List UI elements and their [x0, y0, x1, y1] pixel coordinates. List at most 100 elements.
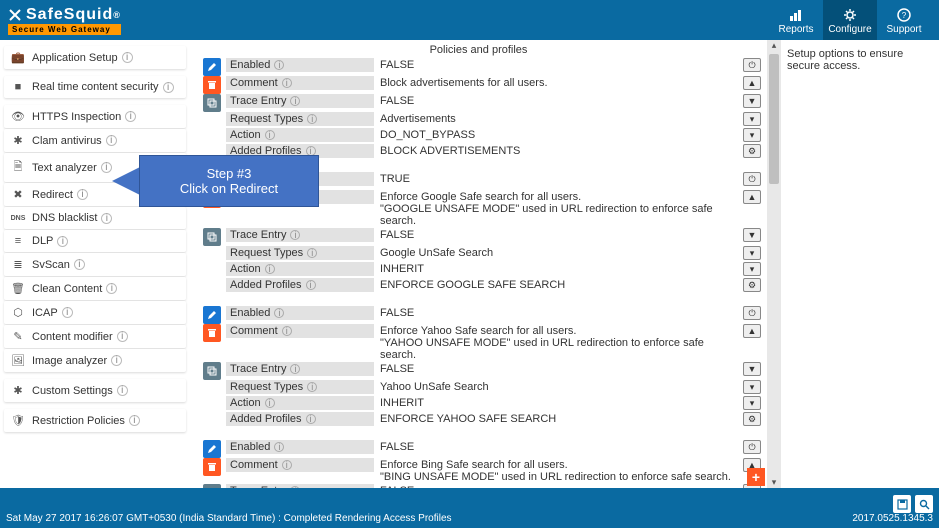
- info-icon[interactable]: i: [274, 442, 284, 452]
- save-button[interactable]: [893, 495, 911, 513]
- info-icon[interactable]: i: [290, 486, 300, 488]
- sidebar-item-label: Redirect: [32, 189, 73, 201]
- clone-button[interactable]: [203, 484, 221, 488]
- info-icon[interactable]: i: [57, 236, 68, 247]
- hex-icon: ⬡: [10, 306, 26, 319]
- sidebar-item-application-setup[interactable]: 💼Application Setupi: [4, 46, 186, 69]
- sidebar-item-restriction-policies[interactable]: 🛡Restriction Policiesi: [4, 409, 186, 432]
- info-icon[interactable]: i: [282, 326, 292, 336]
- logo-text: SafeSquid: [26, 6, 113, 24]
- shuffle-icon: ✖: [10, 188, 26, 201]
- info-icon[interactable]: i: [274, 60, 284, 70]
- sidebar-item-dns-blacklist[interactable]: DNS DNS blacklist i: [4, 207, 186, 229]
- info-icon[interactable]: i: [282, 78, 292, 88]
- info-icon[interactable]: i: [265, 130, 275, 140]
- nav-support[interactable]: ? Support: [877, 5, 931, 35]
- info-icon[interactable]: i: [265, 398, 275, 408]
- sidebar-item-svscan[interactable]: ≣SvScani: [4, 253, 186, 276]
- dropdown-button[interactable]: ▾: [743, 128, 761, 142]
- settings-button[interactable]: ⚙: [743, 144, 761, 158]
- edit-button[interactable]: [203, 58, 221, 76]
- clone-button[interactable]: [203, 362, 221, 380]
- settings-button[interactable]: ⚙: [743, 412, 761, 426]
- settings-button[interactable]: ⚙: [743, 278, 761, 292]
- dropdown-button[interactable]: ▾: [743, 112, 761, 126]
- sidebar-item-clam-antivirus[interactable]: ✱Clam antivirusi: [4, 129, 186, 152]
- toggle-button[interactable]: ⏻: [743, 306, 761, 320]
- info-icon[interactable]: i: [163, 82, 174, 93]
- move-up-button[interactable]: ▲: [743, 190, 761, 204]
- info-icon[interactable]: i: [117, 385, 128, 396]
- move-up-button[interactable]: ▲: [743, 76, 761, 90]
- field-value: Advertisements: [374, 112, 739, 126]
- nav-configure[interactable]: Configure: [823, 0, 877, 40]
- info-icon[interactable]: i: [125, 111, 136, 122]
- info-icon[interactable]: i: [106, 135, 117, 146]
- dropdown-button[interactable]: ▾: [743, 262, 761, 276]
- dropdown-button[interactable]: ▾: [743, 396, 761, 410]
- edit-button[interactable]: [203, 440, 221, 458]
- sidebar-item-real-time-content-security[interactable]: ■Real time content securityi: [4, 76, 186, 98]
- delete-button[interactable]: [203, 76, 221, 94]
- field-label: Trace Entryi: [226, 94, 374, 108]
- eye-icon: 👁: [10, 110, 26, 123]
- scroll-up-arrow[interactable]: ▴: [767, 40, 781, 51]
- move-down-button[interactable]: ▼: [743, 228, 761, 242]
- search-button[interactable]: [915, 495, 933, 513]
- info-icon[interactable]: i: [265, 264, 275, 274]
- dropdown-button[interactable]: ▾: [743, 246, 761, 260]
- info-icon[interactable]: i: [290, 96, 300, 106]
- field-label-text: Comment: [230, 459, 278, 471]
- scroll-down-arrow[interactable]: ▾: [767, 477, 781, 488]
- info-icon[interactable]: i: [282, 460, 292, 470]
- info-icon[interactable]: i: [117, 331, 128, 342]
- field-label: Added Profilesi: [226, 412, 374, 426]
- sidebar-item-https-inspection[interactable]: 👁HTTPS Inspectioni: [4, 105, 186, 128]
- info-icon[interactable]: i: [306, 414, 316, 424]
- sidebar-item-image-analyzer[interactable]: 🖼Image analyzeri: [4, 349, 186, 372]
- sidebar-item-dlp[interactable]: ≡DLPi: [4, 230, 186, 252]
- info-icon[interactable]: i: [106, 283, 117, 294]
- info-icon[interactable]: i: [290, 364, 300, 374]
- add-button[interactable]: +: [747, 468, 765, 486]
- dropdown-button[interactable]: ▾: [743, 380, 761, 394]
- move-down-button[interactable]: ▼: [743, 362, 761, 376]
- field-label-text: Comment: [230, 77, 278, 89]
- info-icon[interactable]: i: [62, 307, 73, 318]
- info-icon[interactable]: i: [307, 114, 317, 124]
- nav-reports[interactable]: Reports: [769, 5, 823, 35]
- toggle-button[interactable]: ⏻: [743, 172, 761, 186]
- scrollbar[interactable]: ▴ ▾: [767, 40, 781, 488]
- move-down-button[interactable]: ▼: [743, 94, 761, 108]
- field-value: Enforce Bing Safe search for all users. …: [374, 458, 739, 484]
- field-label-text: Request Types: [230, 381, 303, 393]
- info-icon[interactable]: i: [122, 52, 133, 63]
- delete-button[interactable]: [203, 324, 221, 342]
- sidebar-item-label: DNS blacklist: [32, 212, 97, 224]
- info-icon[interactable]: i: [101, 213, 112, 224]
- info-icon[interactable]: i: [290, 230, 300, 240]
- move-up-button[interactable]: ▲: [743, 324, 761, 338]
- info-icon[interactable]: i: [306, 280, 316, 290]
- sidebar-item-clean-content[interactable]: 🗑Clean Contenti: [4, 277, 186, 300]
- clone-button[interactable]: [203, 94, 221, 112]
- info-icon[interactable]: i: [129, 415, 140, 426]
- sidebar-item-content-modifier[interactable]: ✎Content modifieri: [4, 325, 186, 348]
- delete-button[interactable]: [203, 458, 221, 476]
- dns-icon: DNS: [10, 215, 26, 222]
- info-icon[interactable]: i: [307, 248, 317, 258]
- info-icon[interactable]: i: [77, 189, 88, 200]
- info-icon[interactable]: i: [111, 355, 122, 366]
- info-icon[interactable]: i: [101, 162, 112, 173]
- clone-button[interactable]: [203, 228, 221, 246]
- info-icon[interactable]: i: [274, 308, 284, 318]
- toggle-button[interactable]: ⏻: [743, 58, 761, 72]
- sidebar-item-icap[interactable]: ⬡ICAPi: [4, 301, 186, 324]
- edit-button[interactable]: [203, 306, 221, 324]
- info-icon[interactable]: i: [74, 259, 85, 270]
- scroll-thumb[interactable]: [769, 54, 779, 184]
- sidebar-item-custom-settings[interactable]: ✱Custom Settingsi: [4, 379, 186, 402]
- help-panel: Setup options to ensure secure access.: [781, 40, 939, 488]
- toggle-button[interactable]: ⏻: [743, 440, 761, 454]
- info-icon[interactable]: i: [307, 382, 317, 392]
